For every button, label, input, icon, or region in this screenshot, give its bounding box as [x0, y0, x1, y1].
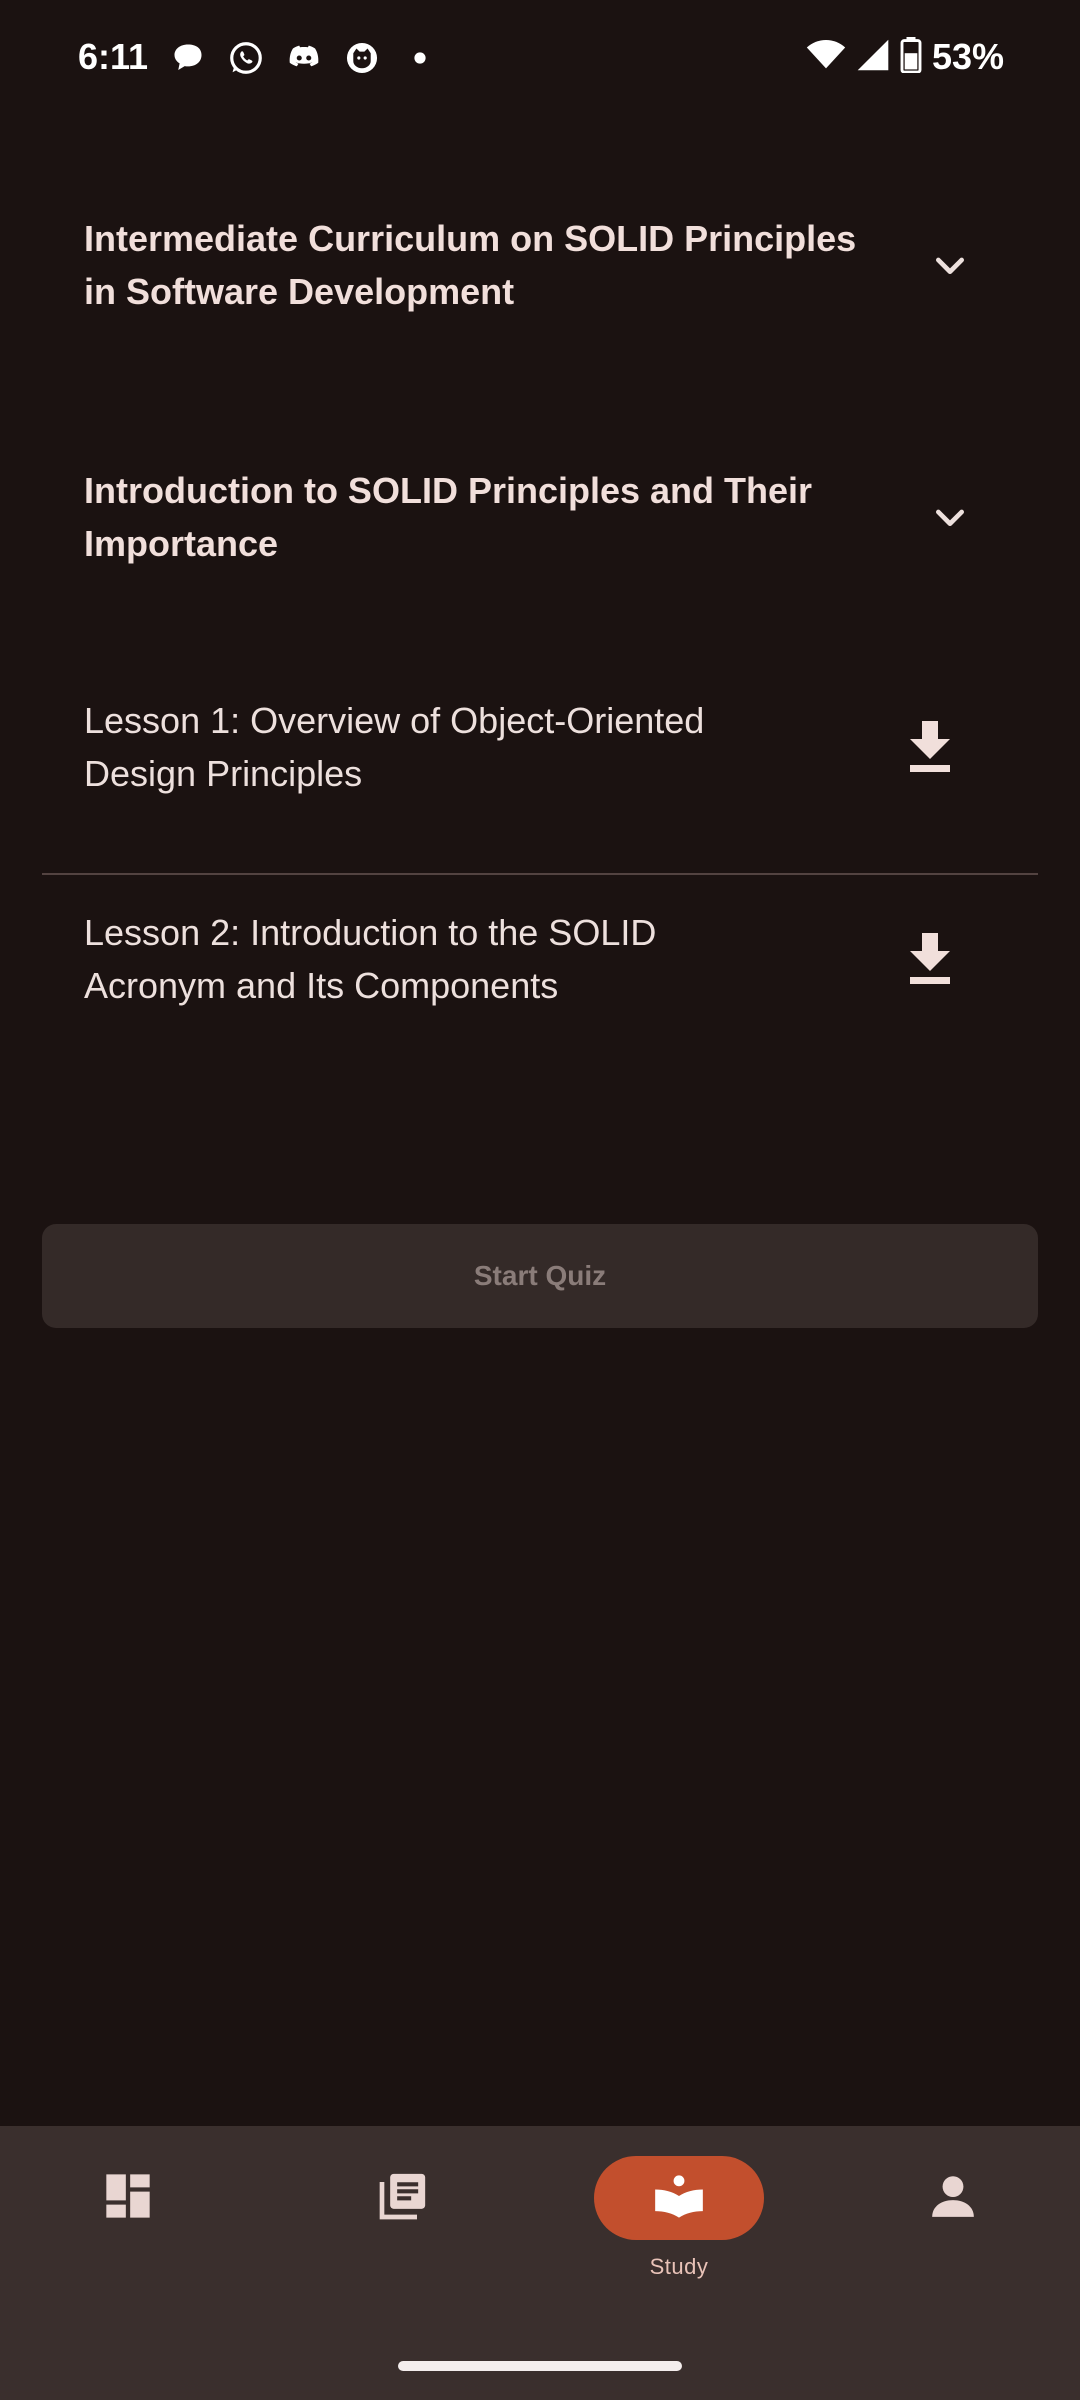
download-icon[interactable] — [902, 931, 958, 987]
download-icon[interactable] — [902, 719, 958, 775]
battery-percentage: 53% — [931, 36, 1004, 77]
study-screen: 6:11 53% Intermediate Curriculum on SOLI… — [0, 0, 1080, 2400]
cat-app-icon — [342, 38, 382, 78]
lesson-divider — [42, 873, 1038, 875]
discord-icon — [284, 38, 324, 78]
nav-pill-study — [594, 2156, 764, 2240]
dashboard-icon — [102, 2170, 154, 2227]
library-icon — [375, 2168, 431, 2229]
chat-bubble-icon — [168, 38, 208, 78]
nav-item-study[interactable]: Study — [594, 2156, 764, 2296]
system-status: 53% — [806, 36, 1004, 78]
nav-item-library[interactable] — [318, 2156, 488, 2296]
person-icon — [928, 2171, 978, 2226]
nav-item-profile[interactable] — [868, 2156, 1038, 2296]
status-bar: 6:11 53% — [0, 0, 1080, 120]
section-title: Intermediate Curriculum on SOLID Princip… — [84, 218, 857, 312]
chevron-down-icon[interactable] — [926, 241, 974, 289]
chevron-down-icon[interactable] — [926, 493, 974, 541]
section-header-introduction[interactable]: Introduction to SOLID Principles and The… — [42, 462, 1038, 572]
dot-icon — [400, 38, 440, 78]
notification-icons — [168, 38, 440, 78]
lesson-item-2[interactable]: Lesson 2: Introduction to the SOLID Acro… — [42, 904, 1038, 1014]
signal-icon — [856, 38, 890, 77]
study-book-icon — [653, 2170, 705, 2227]
home-indicator[interactable] — [398, 2361, 682, 2371]
section-header-curriculum[interactable]: Intermediate Curriculum on SOLID Princip… — [42, 210, 1038, 320]
bottom-navigation: Study — [0, 2126, 1080, 2400]
section-title: Introduction to SOLID Principles and The… — [84, 470, 813, 564]
start-quiz-button[interactable]: Start Quiz — [42, 1224, 1038, 1328]
nav-label-study: Study — [649, 2254, 709, 2279]
nav-pill-profile — [868, 2156, 1038, 2240]
whatsapp-icon — [226, 38, 266, 78]
wifi-icon — [806, 37, 846, 78]
battery-icon — [900, 36, 922, 78]
lesson-item-1[interactable]: Lesson 1: Overview of Object-Oriented De… — [42, 692, 1038, 802]
nav-pill-dashboard — [43, 2156, 213, 2240]
lesson-title: Lesson 1: Overview of Object-Oriented De… — [84, 700, 705, 794]
status-time: 6:11 — [78, 36, 149, 77]
nav-item-dashboard[interactable] — [43, 2156, 213, 2296]
nav-pill-library — [318, 2156, 488, 2240]
lesson-title: Lesson 2: Introduction to the SOLID Acro… — [84, 912, 657, 1006]
